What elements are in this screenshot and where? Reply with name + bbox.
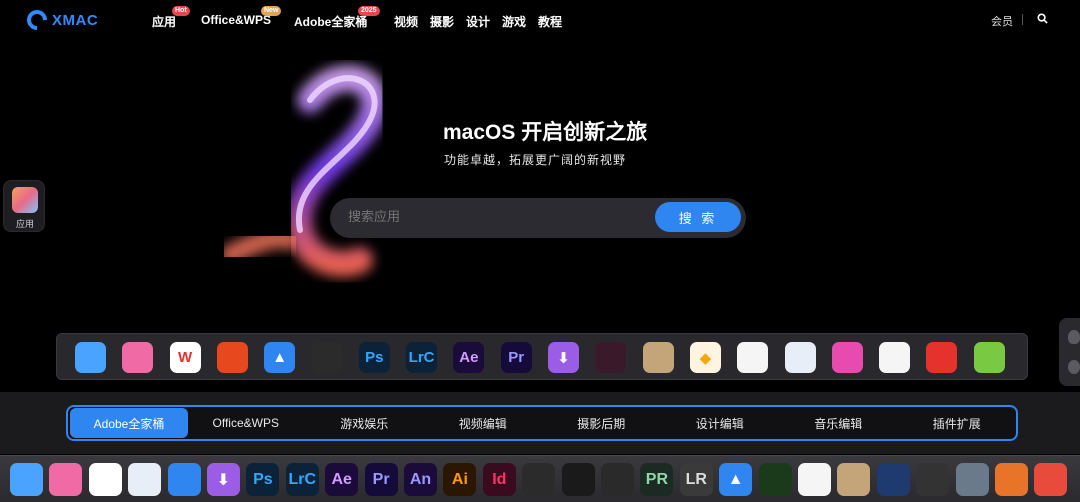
robot-icon[interactable] — [955, 463, 989, 496]
mountain-icon[interactable]: ▲ — [264, 342, 296, 373]
category-tab[interactable]: 摄影后期 — [542, 407, 661, 439]
side-apps-label: 应用 — [15, 219, 34, 229]
after-effects-icon[interactable]: Ae — [453, 342, 485, 373]
screens-icon[interactable] — [122, 342, 154, 373]
side-apps-button[interactable]: 应用 — [3, 180, 45, 232]
category-tab[interactable]: 游戏娱乐 — [305, 407, 424, 439]
photoshop-icon[interactable]: Ps — [358, 342, 390, 373]
apps-grid-icon — [12, 187, 38, 213]
wps-icon[interactable]: W — [169, 342, 201, 373]
downie-icon[interactable]: ⬇ — [207, 463, 240, 496]
nav-item-design[interactable]: 设计 — [466, 13, 490, 30]
category-tab[interactable]: 设计编辑 — [661, 407, 780, 439]
hero-subtitle: 功能卓越，拓展更广阔的新视野 — [444, 153, 627, 167]
parallels-icon[interactable] — [784, 342, 816, 373]
pixelmator-icon[interactable] — [798, 463, 831, 496]
lightroom-classic-icon[interactable]: LrC — [406, 342, 438, 373]
finder-icon[interactable] — [10, 463, 43, 496]
hero-glow-artwork — [220, 65, 388, 277]
nav-item-label: 应用 — [152, 15, 177, 29]
nav-item-tutorials[interactable]: 教程 — [538, 13, 562, 30]
sync-icon[interactable] — [167, 463, 201, 496]
compressor-icon[interactable] — [916, 463, 950, 496]
istat-icon[interactable] — [831, 342, 863, 373]
lr-book-icon[interactable]: LR — [679, 463, 713, 496]
category-tab[interactable]: 插件扩展 — [898, 407, 1017, 439]
category-tab[interactable]: 视频编辑 — [424, 407, 543, 439]
mountain-icon[interactable]: ▲ — [719, 463, 753, 496]
nav-item-label: Office&WPS — [201, 13, 272, 27]
nav-divider — [1022, 14, 1023, 25]
office-icon[interactable] — [216, 342, 248, 373]
category-tab[interactable]: Office&WPS — [187, 407, 306, 439]
sketch-icon[interactable]: ◆ — [689, 342, 721, 373]
animate-icon[interactable]: An — [404, 463, 437, 496]
top-nav: XMAC 应用 Hot Office&WPS New Adobe全家桶 2025… — [0, 0, 1080, 40]
parallels-icon[interactable] — [128, 463, 162, 496]
hero-title: macOS 开启创新之旅 — [443, 121, 648, 144]
search-icon[interactable] — [1037, 13, 1048, 24]
frame-icon[interactable] — [601, 463, 634, 496]
new-badge: New — [261, 6, 282, 16]
brush-icon[interactable] — [995, 463, 1028, 496]
dxo-icon[interactable]: PR — [640, 463, 674, 496]
member-link[interactable]: 会员 — [991, 13, 1013, 29]
fire-icon[interactable] — [1068, 330, 1080, 344]
category-tabs: Adobe全家桶 Office&WPS 游戏娱乐 视频编辑 摄影后期 设计编辑 音乐编辑 插件… — [66, 405, 1018, 441]
nav-item-games[interactable]: 游戏 — [502, 13, 526, 30]
nav-item-photo[interactable]: 摄影 — [430, 13, 454, 30]
chat-icon[interactable] — [1068, 360, 1080, 374]
archiver-icon[interactable] — [837, 463, 871, 496]
logo-text: XMAC — [52, 11, 99, 29]
after-effects-icon[interactable]: Ae — [325, 463, 359, 496]
category-tab[interactable]: 音乐编辑 — [779, 407, 898, 439]
photoshop-icon[interactable]: Ps — [246, 463, 280, 496]
finder-icon[interactable] — [75, 342, 106, 373]
screens-icon[interactable] — [49, 463, 83, 496]
premiere-icon[interactable]: Pr — [500, 342, 532, 373]
search-button[interactable]: 搜 索 — [655, 202, 741, 232]
search-bar: 搜 索 — [330, 198, 746, 238]
illustrator-icon[interactable]: Ai — [443, 463, 477, 496]
category-tab[interactable]: Adobe全家桶 — [70, 408, 188, 438]
search-input[interactable] — [348, 209, 648, 224]
app-dock-bottom: ⬇ Ps LrC Ae Pr An Ai Id PR LR ▲ — [0, 455, 1080, 502]
xmind-icon[interactable] — [1034, 463, 1068, 496]
side-right-panel[interactable] — [1059, 318, 1080, 386]
pixelmator-icon[interactable] — [737, 342, 769, 373]
hot-badge: Hot — [172, 6, 190, 16]
app-dock-featured: W ▲ Ps LrC Ae Pr ⬇ ◆ — [56, 333, 1028, 380]
davinci-resolve-icon[interactable] — [595, 342, 627, 373]
nav-item-label: Adobe全家桶 — [294, 15, 368, 29]
indesign-icon[interactable]: Id — [482, 463, 516, 496]
nav-item-apps[interactable]: 应用 Hot — [152, 6, 190, 30]
cleaner-icon[interactable] — [973, 342, 1005, 373]
site-logo[interactable]: XMAC — [22, 5, 99, 35]
davinci-icon[interactable] — [522, 463, 556, 496]
davinci-icon[interactable] — [311, 342, 343, 373]
lightroom-classic-icon[interactable]: LrC — [285, 463, 319, 496]
downie-icon[interactable]: ⬇ — [548, 342, 579, 373]
archiver-icon[interactable] — [642, 342, 674, 373]
cinema4d-icon[interactable] — [876, 463, 910, 496]
premiere-icon[interactable]: Pr — [364, 463, 398, 496]
logo-icon — [22, 5, 52, 35]
nav-item-video[interactable]: 视频 — [394, 13, 418, 30]
corel-icon[interactable] — [758, 463, 792, 496]
office-icon[interactable] — [88, 463, 122, 496]
nav-item-adobe[interactable]: Adobe全家桶 2025 — [294, 6, 380, 30]
final-cut-icon[interactable] — [561, 463, 595, 496]
pdf-icon[interactable] — [926, 342, 958, 373]
year-badge: 2025 — [358, 6, 380, 16]
affinity-icon[interactable] — [879, 342, 911, 373]
nav-item-office[interactable]: Office&WPS New — [201, 6, 282, 27]
